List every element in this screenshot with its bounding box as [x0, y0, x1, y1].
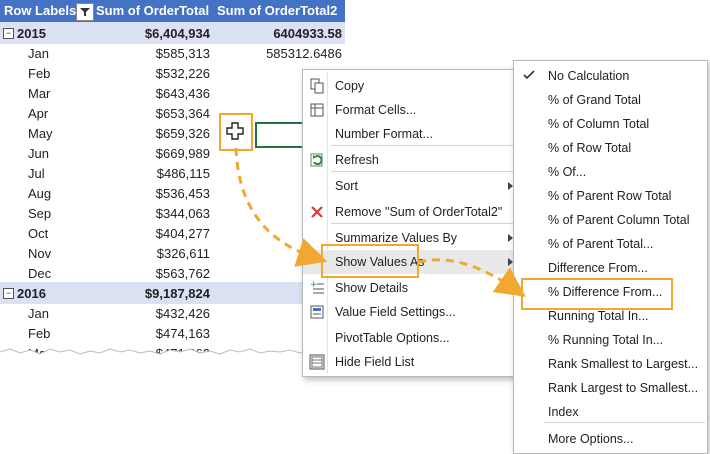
callout-arrows	[234, 147, 526, 297]
